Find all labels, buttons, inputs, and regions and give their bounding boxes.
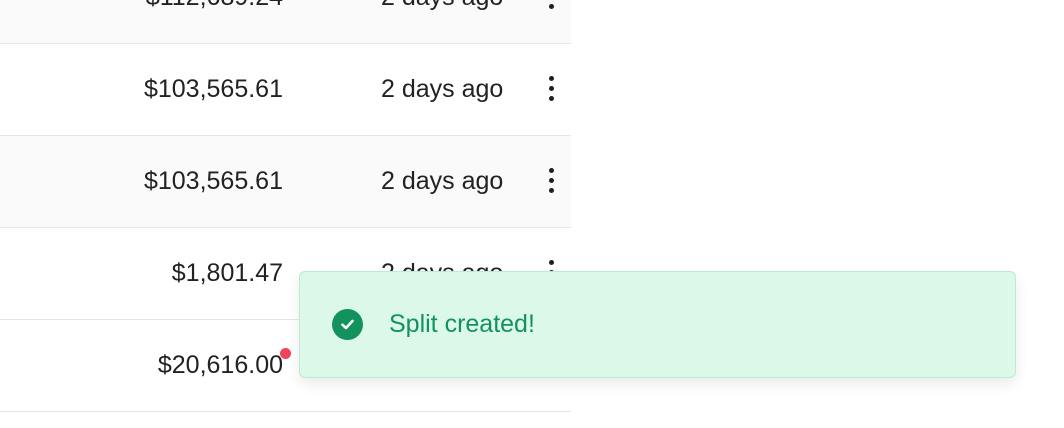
table-row[interactable]: $112,689.24 2 days ago bbox=[0, 0, 571, 44]
row-time: 2 days ago bbox=[381, 75, 504, 103]
table-row[interactable]: $103,565.61 2 days ago bbox=[0, 136, 571, 228]
toast-message: Split created! bbox=[389, 310, 535, 338]
row-amount: $1,801.47 bbox=[171, 259, 283, 287]
row-amount: $20,616.00 bbox=[157, 351, 283, 379]
row-amount: $103,565.61 bbox=[143, 167, 283, 195]
alert-dot-icon bbox=[280, 348, 291, 359]
more-options-icon[interactable] bbox=[541, 0, 561, 12]
more-options-icon[interactable] bbox=[541, 168, 561, 196]
row-time: 2 days ago bbox=[381, 167, 504, 195]
row-amount: $103,565.61 bbox=[143, 75, 283, 103]
success-toast: Split created! bbox=[299, 271, 1016, 378]
more-options-icon[interactable] bbox=[541, 76, 561, 104]
row-amount: $112,689.24 bbox=[146, 0, 283, 43]
table-row[interactable]: $103,565.61 2 days ago bbox=[0, 44, 571, 136]
row-time: 2 days ago bbox=[381, 0, 503, 43]
check-circle-icon bbox=[332, 309, 363, 340]
